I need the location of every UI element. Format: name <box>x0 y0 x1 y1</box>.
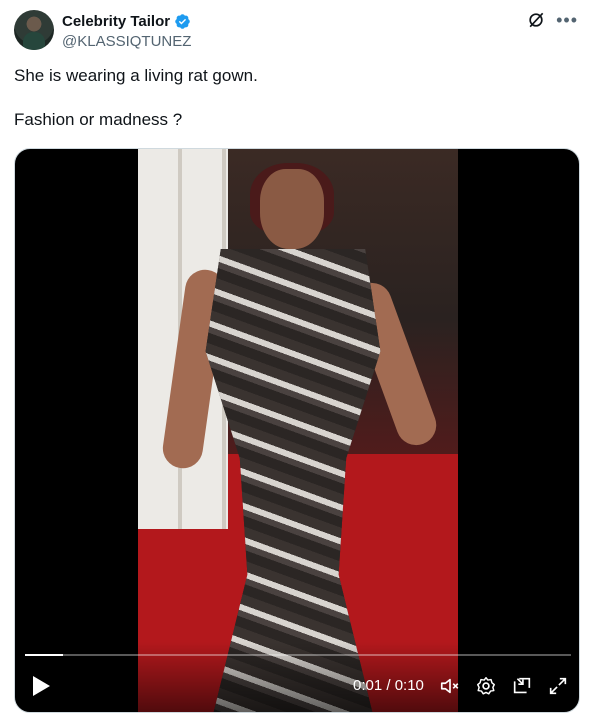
verified-badge-icon <box>175 13 190 29</box>
author-handle[interactable]: @KLASSIQTUNEZ <box>62 33 191 50</box>
video-controls: 0:01 / 0:10 <box>15 642 579 712</box>
play-icon[interactable] <box>31 675 51 697</box>
author-display-name[interactable]: Celebrity Tailor <box>62 13 170 30</box>
tweet-header: Celebrity Tailor @KLASSIQTUNEZ ••• <box>14 10 578 52</box>
picture-in-picture-icon[interactable] <box>511 675 533 697</box>
settings-icon[interactable] <box>475 675 497 697</box>
video-time: 0:01 / 0:10 <box>353 677 424 694</box>
controls-row: 0:01 / 0:10 <box>15 670 579 702</box>
progress-fill <box>25 654 64 656</box>
tweet-text-line: She is wearing a living rat gown. <box>14 66 258 85</box>
fullscreen-icon[interactable] <box>547 675 569 697</box>
tweet-text: She is wearing a living rat gown. Fashio… <box>14 65 574 131</box>
progress-bar[interactable] <box>25 654 571 656</box>
tweet-text-line: Fashion or madness ? <box>14 110 183 129</box>
more-icon[interactable]: ••• <box>556 10 578 30</box>
video-frame[interactable] <box>138 149 458 712</box>
grok-icon[interactable] <box>526 10 546 30</box>
video-subject <box>160 163 442 712</box>
display-name-row: Celebrity Tailor <box>62 12 191 30</box>
author-names: Celebrity Tailor @KLASSIQTUNEZ <box>62 12 191 51</box>
video-player[interactable]: 0:01 / 0:10 <box>14 148 580 713</box>
volume-muted-icon[interactable] <box>439 675 461 697</box>
top-actions: ••• <box>526 10 578 30</box>
avatar[interactable] <box>14 10 54 50</box>
